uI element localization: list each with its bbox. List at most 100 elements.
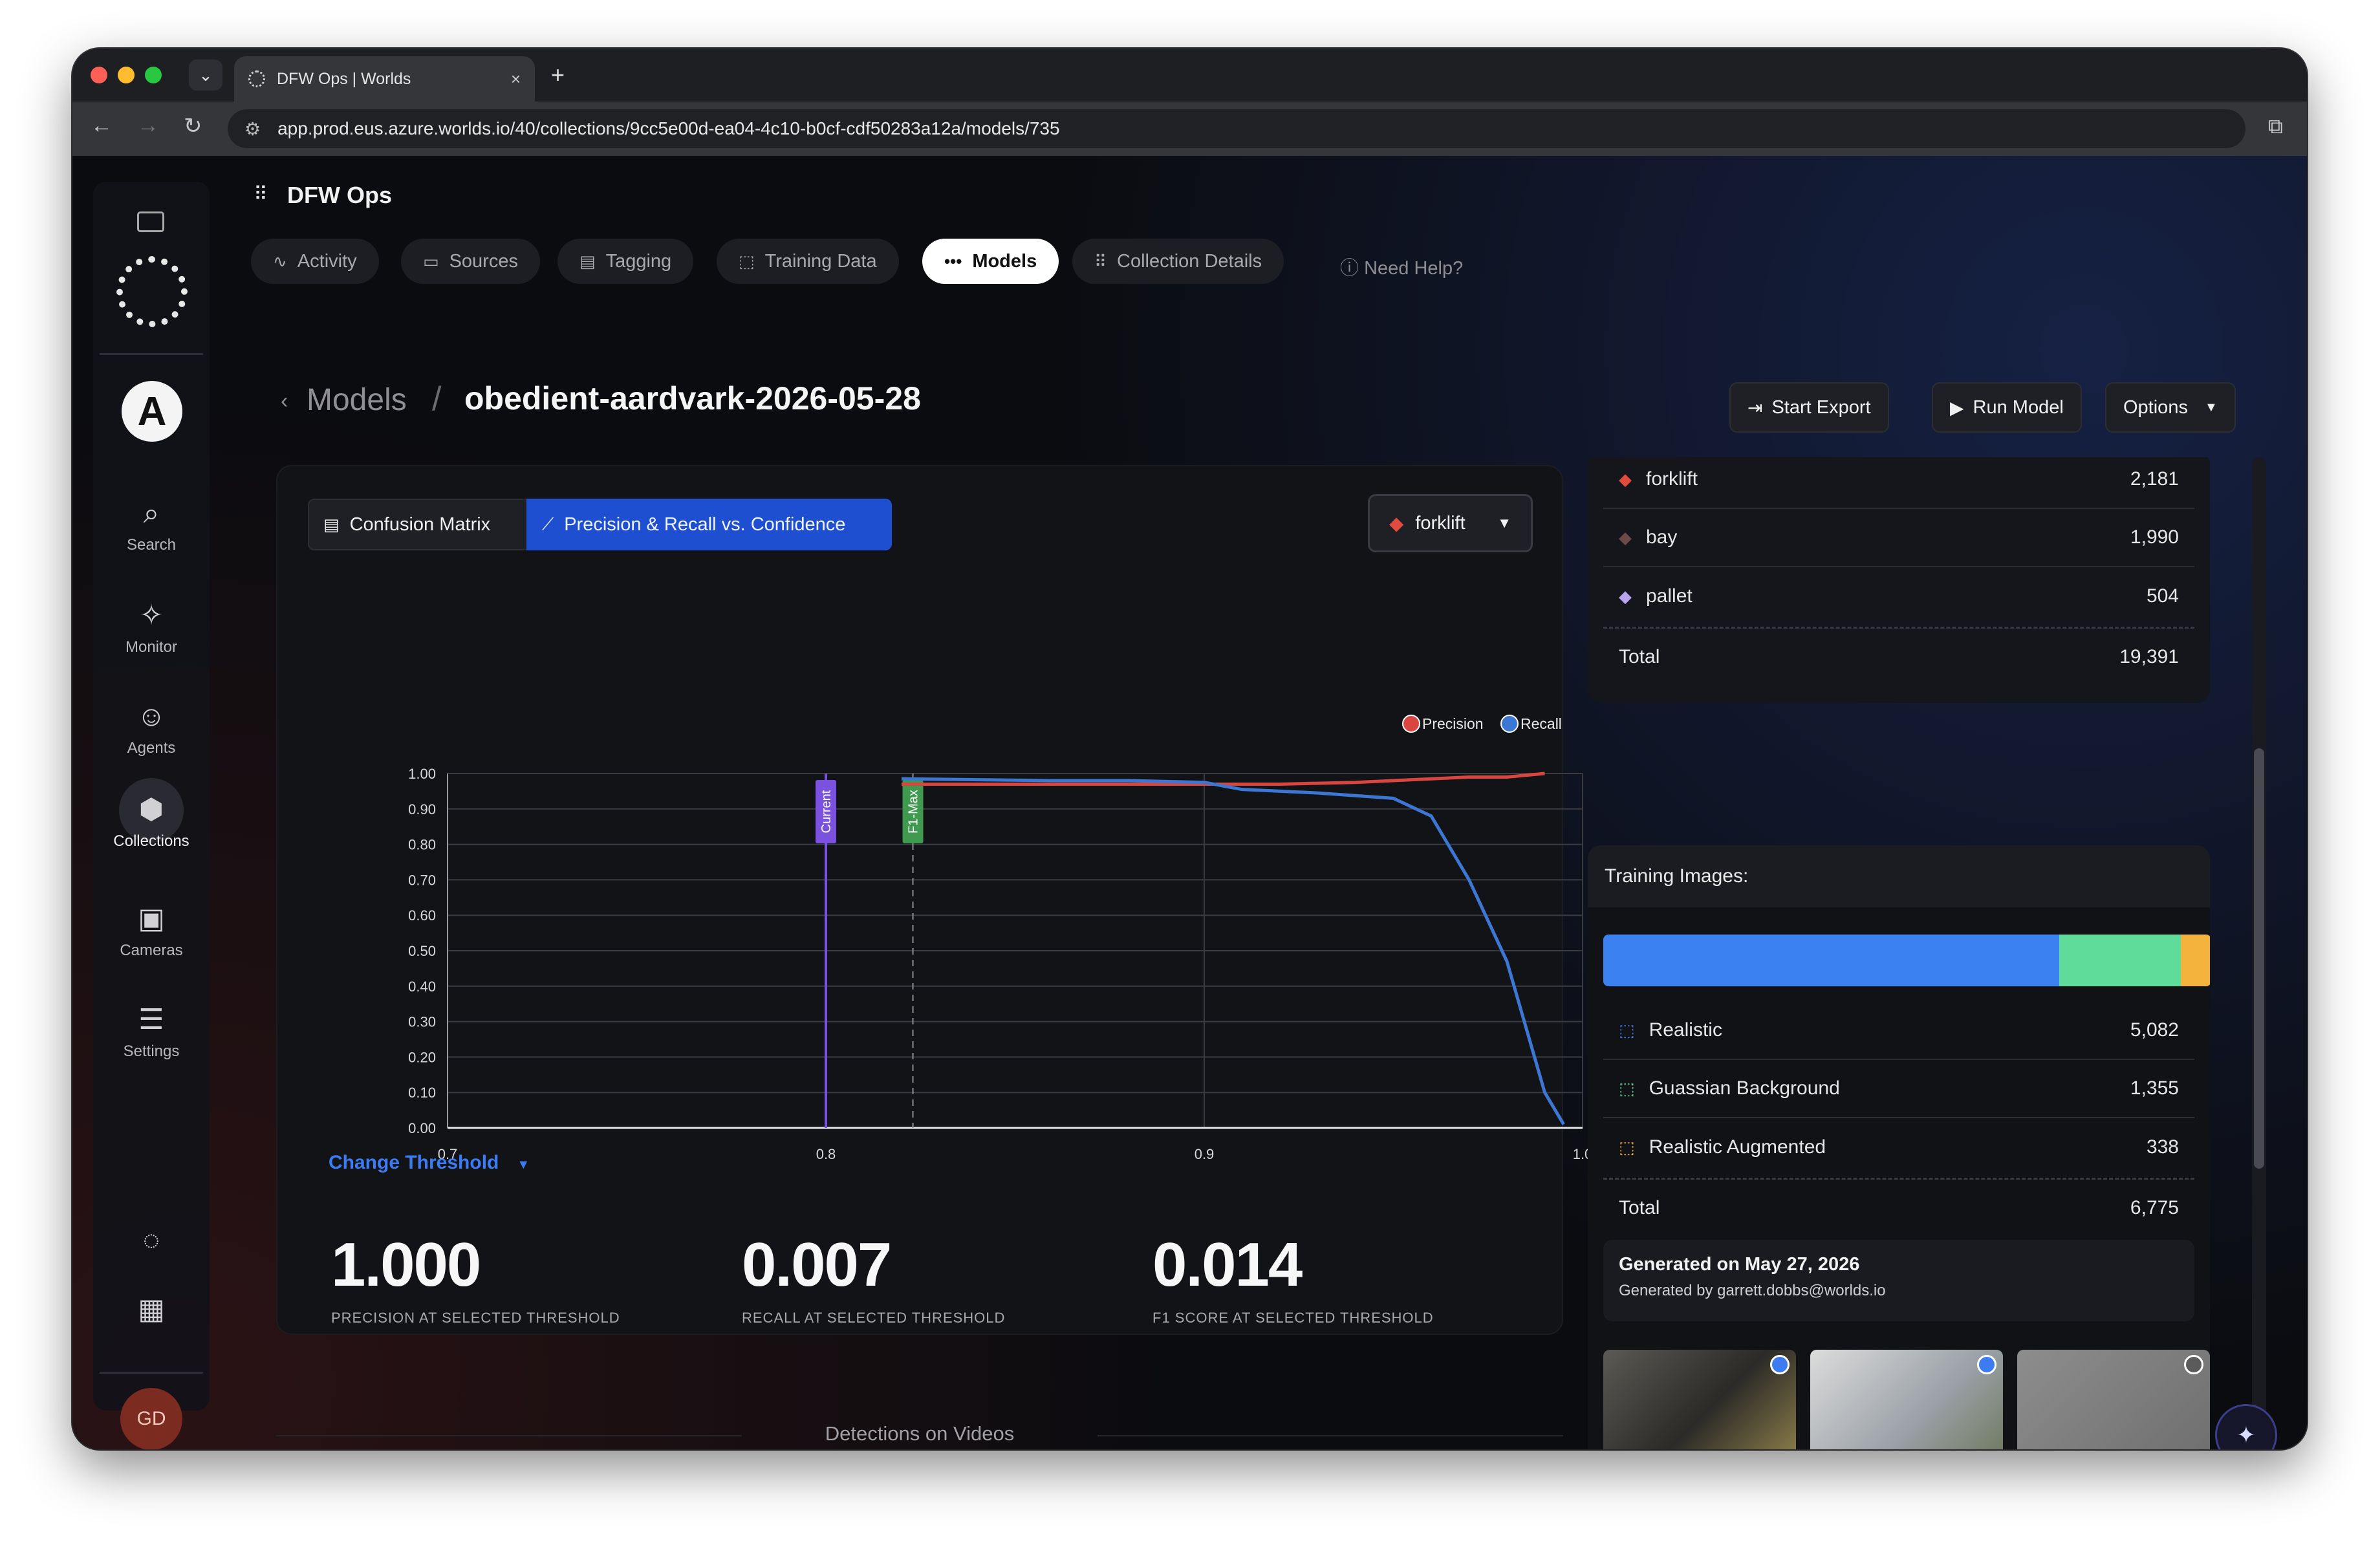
image-type-row[interactable]: ⬚ Guassian Background 1,355 <box>1603 1060 2194 1118</box>
caret-down-icon: ▼ <box>2204 400 2218 415</box>
export-icon: ⇥ <box>1747 397 1763 418</box>
training-image-thumbnail[interactable] <box>1810 1350 2003 1449</box>
precision-stat: 1.000 PRECISION AT SELECTED THRESHOLD <box>331 1229 620 1326</box>
page-title: obedient-aardvark-2026-05-28 <box>464 380 921 416</box>
labels-total-row: Total 19,391 <box>1603 627 2194 685</box>
search-icon: ⌕ <box>143 497 160 529</box>
start-export-button[interactable]: ⇥ Start Export <box>1729 382 1889 433</box>
rail-item-settings[interactable]: ☰ Settings <box>93 1003 210 1061</box>
type-name: Realistic Augmented <box>1649 1136 1826 1158</box>
images-total-row: Total 6,775 <box>1603 1178 2194 1236</box>
training-images-bar <box>1603 935 2210 986</box>
image-type-row[interactable]: ⬚ Realistic 5,082 <box>1603 1002 2194 1060</box>
assistant-button[interactable]: ✦ <box>2215 1404 2277 1449</box>
install-app-icon[interactable]: ⧉ <box>2268 114 2283 139</box>
image-type-icon: ⬚ <box>1619 1020 1635 1040</box>
rail-item-cameras[interactable]: ▣ Cameras <box>93 902 210 960</box>
generated-by: Generated by garrett.dobbs@worlds.io <box>1619 1282 1886 1299</box>
building-icon: ▦ <box>138 1293 165 1325</box>
rail-item-search[interactable]: ⌕ Search <box>93 497 210 554</box>
legend-label: Precision <box>1422 715 1484 732</box>
legend-swatch <box>1500 715 1519 733</box>
loading-circle-icon: ◌ <box>142 1224 160 1256</box>
browser-tab[interactable]: DFW Ops | Worlds × <box>234 56 535 102</box>
help-label: Need Help? <box>1364 258 1464 279</box>
refresh-button[interactable]: ◌ <box>93 1224 210 1263</box>
tab-collection-details[interactable]: ⠿ Collection Details <box>1072 239 1284 284</box>
tab-search-button[interactable]: ⌄ <box>189 60 222 91</box>
tab-title: DFW Ops | Worlds <box>277 69 411 88</box>
tab-label: Sources <box>449 250 518 272</box>
toggle-label: Precision & Recall vs. Confidence <box>564 514 846 535</box>
zoom-window-button[interactable] <box>145 67 162 83</box>
total-label: Total <box>1619 1196 1660 1218</box>
site-settings-icon[interactable]: ⚙ <box>244 118 261 140</box>
generated-info: Generated on May 27, 2026 Generated by g… <box>1603 1240 2194 1321</box>
rail-item-collections[interactable]: ⬢ Collections <box>93 793 210 850</box>
rail-label: Monitor <box>125 638 178 656</box>
y-tick-label: 0.50 <box>408 943 436 959</box>
options-button[interactable]: Options ▼ <box>2105 382 2236 433</box>
new-tab-button[interactable]: + <box>551 61 565 89</box>
training-image-thumbnail[interactable] <box>2017 1350 2210 1449</box>
stat-label: RECALL AT SELECTED THRESHOLD <box>742 1310 1006 1326</box>
user-avatar[interactable]: GD <box>120 1388 182 1449</box>
close-tab-icon[interactable]: × <box>511 69 521 89</box>
tag-icon: ◆ <box>1619 586 1632 606</box>
thumbnail-select-radio[interactable] <box>1977 1355 1996 1374</box>
class-select-value: forklift <box>1415 512 1466 534</box>
pr-chart-svg: 0.000.100.200.300.400.500.600.700.800.90… <box>408 715 1592 1162</box>
collections-icon: ⬢ <box>138 794 164 825</box>
label-row[interactable]: ◆ pallet 504 <box>1603 567 2194 625</box>
url-field[interactable]: ⚙ app.prod.eus.azure.worlds.io/40/collec… <box>228 109 2245 148</box>
tab-tagging[interactable]: ▤ Tagging <box>557 239 694 284</box>
class-select[interactable]: ◆ forklift ▼ <box>1368 494 1533 552</box>
tab-models[interactable]: ••• Models <box>922 239 1059 284</box>
right-scrollbar[interactable] <box>2252 457 2266 1449</box>
thumbnail-select-radio[interactable] <box>2184 1355 2203 1374</box>
forward-icon[interactable]: → <box>137 113 159 138</box>
label-row[interactable]: ◆ forklift 2,181 <box>1603 457 2194 509</box>
button-label: Change Threshold <box>329 1152 499 1173</box>
need-help-link[interactable]: ⓘ Need Help? <box>1340 253 1463 280</box>
run-model-button[interactable]: ▶ Run Model <box>1932 382 2082 433</box>
y-tick-label: 0.70 <box>408 872 436 888</box>
stat-value: 1.000 <box>331 1230 481 1299</box>
breadcrumb-back-icon[interactable]: ‹ <box>281 389 288 414</box>
confusion-matrix-toggle[interactable]: ▤ Confusion Matrix <box>308 499 528 550</box>
training-image-thumbnail[interactable] <box>1603 1350 1796 1449</box>
reload-icon[interactable]: ↻ <box>184 113 202 139</box>
scrollbar-thumb[interactable] <box>2254 748 2264 1169</box>
change-threshold-button[interactable]: Change Threshold ▼ <box>329 1152 530 1174</box>
tab-sources[interactable]: ▭ Sources <box>401 239 540 284</box>
y-tick-label: 0.00 <box>408 1120 436 1136</box>
type-count: 5,082 <box>2130 1019 2179 1041</box>
breadcrumb-models-link[interactable]: Models <box>307 382 407 418</box>
tab-activity[interactable]: ∿ Activity <box>251 239 379 284</box>
rail-divider <box>100 353 203 355</box>
rail-item-agents[interactable]: ☺ Agents <box>93 700 210 757</box>
tab-training-data[interactable]: ⬚ Training Data <box>717 239 899 284</box>
sources-icon: ▭ <box>423 251 439 271</box>
label-count: 504 <box>2146 585 2179 607</box>
f1-stat: 0.014 F1 SCORE AT SELECTED THRESHOLD <box>1152 1229 1434 1326</box>
button-label: Options <box>2123 396 2188 418</box>
models-icon: ••• <box>944 251 962 271</box>
y-tick-label: 0.40 <box>408 979 436 995</box>
building-button[interactable]: ▦ <box>93 1293 210 1332</box>
rail-item-monitor[interactable]: ✧ Monitor <box>93 599 210 656</box>
minimize-window-button[interactable] <box>118 67 135 83</box>
label-row[interactable]: ◆ bay 1,990 <box>1603 509 2194 567</box>
back-icon[interactable]: ← <box>91 113 113 138</box>
image-type-row[interactable]: ⬚ Realistic Augmented 338 <box>1603 1118 2194 1176</box>
pr-curve-toggle[interactable]: ⟋ Precision & Recall vs. Confidence <box>526 499 892 550</box>
sidebar-toggle-icon[interactable] <box>137 211 164 232</box>
image-type-icon: ⬚ <box>1619 1078 1635 1098</box>
thumbnail-select-radio[interactable] <box>1770 1355 1790 1374</box>
apps-grid-icon[interactable]: ⠿ <box>254 183 268 206</box>
org-logo[interactable]: A <box>122 381 182 442</box>
type-name: Realistic <box>1649 1019 1722 1041</box>
details-grid-icon: ⠿ <box>1094 251 1107 271</box>
rail-label: Settings <box>123 1043 180 1060</box>
close-window-button[interactable] <box>91 67 107 83</box>
